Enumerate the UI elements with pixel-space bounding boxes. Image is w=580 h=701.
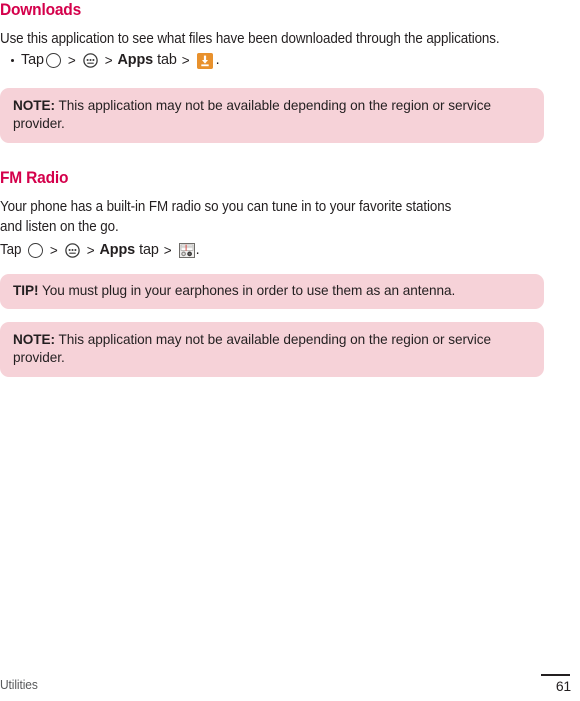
downloads-intro-text: Use this application to see what files h… [0,31,500,47]
downloads-note-callout: NOTE: This application may not be availa… [0,88,544,143]
page-title-fm-radio: FM Radio [0,169,69,187]
downloads-step-line: Tap > > Apps tab > . [0,51,220,70]
fm-radio-intro-text: Your phone has a built-in FM radio so yo… [0,199,452,235]
note-text: This application may not be available de… [13,332,491,365]
fm-radio-tab-word: tap [139,242,159,258]
bullet-dot-icon [11,59,14,62]
fm-radio-note-callout: NOTE: This application may not be availa… [0,322,544,377]
step-separator-3: > [181,53,190,68]
step-separator-2: > [104,53,113,68]
home-circle-icon [27,243,43,258]
apps-grid-icon [64,243,80,258]
manual-page: Downloads Use this application to see wh… [0,0,580,701]
apps-grid-icon [82,53,98,68]
fm-radio-apps-label: Apps [99,242,136,258]
step-separator-1: > [67,53,76,68]
step-separator-1: > [49,243,58,258]
note-label: NOTE: [13,332,56,347]
tip-text: You must plug in your earphones in order… [38,283,456,298]
footer-divider [541,674,570,676]
step-separator-3: > [163,243,172,258]
downloads-app-icon [196,52,213,69]
fm-radio-step-line: Tap > > Apps tap > . [0,241,200,260]
note-text: This application may not be available de… [13,98,491,131]
fm-radio-app-icon [178,243,195,258]
home-circle-icon [45,53,61,68]
downloads-step-period: . [215,52,220,68]
fm-radio-tip-callout: TIP! You must plug in your earphones in … [0,274,544,309]
step-separator-2: > [86,243,95,258]
page-number: 61 [555,678,571,694]
tip-label: TIP! [13,283,39,298]
fm-radio-step-period: . [195,242,200,258]
footer-section-label: Utilities [0,678,38,692]
downloads-tap-label: Tap [21,52,44,68]
page-title-downloads: Downloads [0,1,82,19]
downloads-tab-word: tab [157,52,177,68]
fm-radio-tap-label: Tap [0,242,22,258]
downloads-apps-label: Apps [117,52,154,68]
note-label: NOTE: [13,98,56,113]
